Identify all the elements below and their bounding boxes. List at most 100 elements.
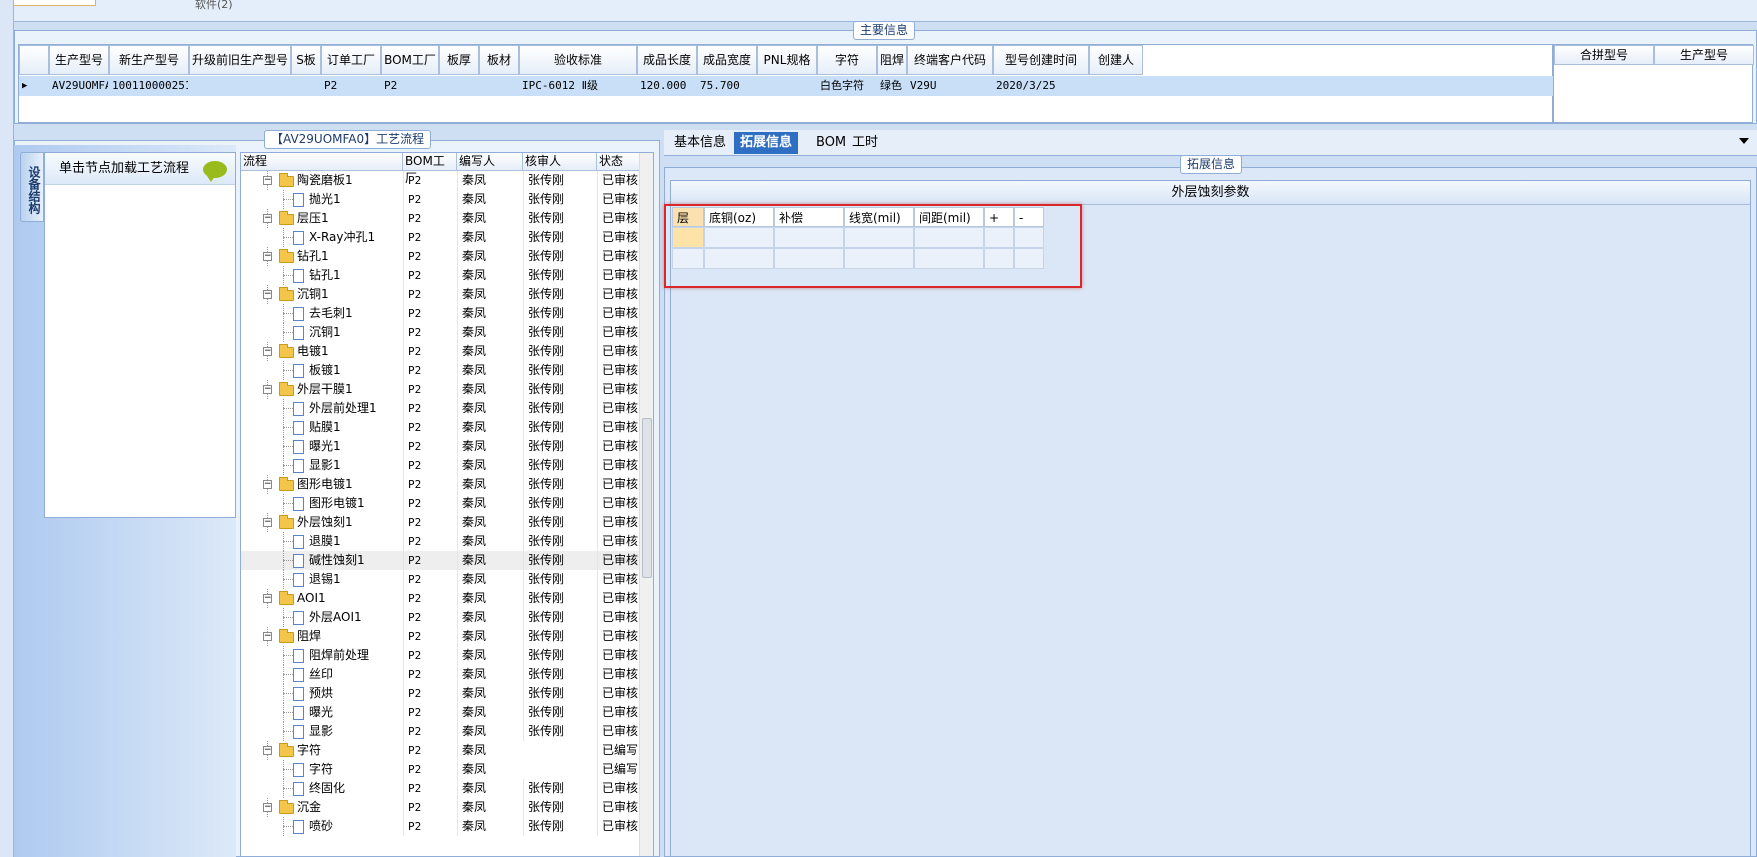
tree-step-node[interactable]: 贴膜1 P2 秦凤 张传刚 已审核 xyxy=(241,418,641,437)
tree-folder-node[interactable]: − 钻孔1 P2 秦凤 张传刚 已审核 xyxy=(241,247,641,266)
main-col-head[interactable]: 生产型号 xyxy=(49,45,109,75)
main-col-head[interactable]: 字符 xyxy=(817,45,877,75)
expander-icon[interactable]: − xyxy=(263,594,272,603)
main-col-head[interactable]: BOM工厂 xyxy=(381,45,439,75)
tree-step-node[interactable]: 阻焊前处理 P2 秦凤 张传刚 已审核 xyxy=(241,646,641,665)
main-cell[interactable]: AV29UOMFA0 xyxy=(52,76,108,96)
top-tab[interactable] xyxy=(0,0,96,6)
expander-icon[interactable]: − xyxy=(263,632,272,641)
tree-folder-node[interactable]: − AOI1 P2 秦凤 张传刚 已审核 xyxy=(241,589,641,608)
main-col-head[interactable]: 订单工厂 xyxy=(321,45,381,75)
tree-folder-node[interactable]: − 字符 P2 秦凤 已编写 xyxy=(241,741,641,760)
main-col-head[interactable]: 板材 xyxy=(479,45,519,75)
expander-icon[interactable]: − xyxy=(263,347,272,356)
tab-0[interactable]: 基本信息 xyxy=(668,132,732,154)
tree-cell-bom: P2 xyxy=(403,171,457,190)
tree-step-node[interactable]: 板镀1 P2 秦凤 张传刚 已审核 xyxy=(241,361,641,380)
tree-cell-status: 已审核 xyxy=(597,247,641,266)
main-cell[interactable]: 2020/3/25 xyxy=(996,76,1088,96)
main-cell[interactable]: V29U xyxy=(910,76,992,96)
main-col-head[interactable]: 创建人 xyxy=(1089,45,1143,75)
tree-step-node[interactable]: 预烘 P2 秦凤 张传刚 已审核 xyxy=(241,684,641,703)
load-process-header[interactable]: 单击节点加载工艺流程 xyxy=(45,153,235,185)
tree-step-node[interactable]: X-Ray冲孔1 P2 秦凤 张传刚 已审核 xyxy=(241,228,641,247)
tree-step-node[interactable]: 字符 P2 秦凤 已编写 xyxy=(241,760,641,779)
main-cell[interactable]: 绿色 xyxy=(880,76,906,96)
tree-scroll-thumb[interactable] xyxy=(642,418,652,578)
tree-cell-status: 已审核 xyxy=(597,684,641,703)
tree-step-node[interactable]: 曝光1 P2 秦凤 张传刚 已审核 xyxy=(241,437,641,456)
main-col-head[interactable]: 新生产型号 xyxy=(109,45,189,75)
folder-icon xyxy=(279,344,294,358)
tree-col-flow[interactable]: 流程 xyxy=(241,153,403,171)
expander-icon[interactable]: − xyxy=(263,290,272,299)
tree-cell-status: 已审核 xyxy=(597,722,641,741)
tree-step-node[interactable]: 退锡1 P2 秦凤 张传刚 已审核 xyxy=(241,570,641,589)
tree-scrollbar[interactable] xyxy=(639,153,653,856)
tree-step-node[interactable]: 外层前处理1 P2 秦凤 张传刚 已审核 xyxy=(241,399,641,418)
tree-folder-node[interactable]: − 陶瓷磨板1 P2 秦凤 张传刚 已审核 xyxy=(241,171,641,190)
tree-step-node[interactable]: 沉铜1 P2 秦凤 张传刚 已审核 xyxy=(241,323,641,342)
main-col-head[interactable]: 型号创建时间 xyxy=(993,45,1089,75)
tree-step-node[interactable]: 外层AOI1 P2 秦凤 张传刚 已审核 xyxy=(241,608,641,627)
expander-icon[interactable]: − xyxy=(263,480,272,489)
main-cell[interactable]: 120.000 xyxy=(640,76,696,96)
expander-icon[interactable]: − xyxy=(263,746,272,755)
tree-folder-node[interactable]: − 沉铜1 P2 秦凤 张传刚 已审核 xyxy=(241,285,641,304)
tree-step-node[interactable]: 喷砂 P2 秦凤 张传刚 已审核 xyxy=(241,817,641,836)
tree-folder-node[interactable]: − 电镀1 P2 秦凤 张传刚 已审核 xyxy=(241,342,641,361)
merge-col-head[interactable]: 生产型号 xyxy=(1654,45,1754,65)
tree-col-reviewer[interactable]: 核审人 xyxy=(523,153,597,171)
tree-step-node[interactable]: 显影 P2 秦凤 张传刚 已审核 xyxy=(241,722,641,741)
main-col-head[interactable]: 板厚 xyxy=(439,45,479,75)
tree-cell-bom: P2 xyxy=(403,817,457,836)
tree-folder-node[interactable]: − 沉金 P2 秦凤 张传刚 已审核 xyxy=(241,798,641,817)
main-cell[interactable]: 75.700 xyxy=(700,76,756,96)
expander-icon[interactable]: − xyxy=(263,214,272,223)
main-col-head[interactable]: 验收标准 xyxy=(519,45,637,75)
tree-col-bom[interactable]: BOM工厂 xyxy=(403,153,457,185)
main-col-head[interactable]: 成品长度 xyxy=(637,45,697,75)
chevron-down-icon[interactable] xyxy=(1739,138,1749,144)
tree-step-node[interactable]: 碱性蚀刻1 P2 秦凤 张传刚 已审核 xyxy=(241,551,641,570)
tab-equipment-structure[interactable]: 设备结构 xyxy=(20,152,44,222)
expander-icon[interactable]: − xyxy=(263,803,272,812)
tree-folder-node[interactable]: − 层压1 P2 秦凤 张传刚 已审核 xyxy=(241,209,641,228)
tree-col-writer[interactable]: 编写人 xyxy=(457,153,523,171)
tree-cell-bom: P2 xyxy=(403,456,457,475)
main-cell[interactable]: 白色字符 xyxy=(820,76,876,96)
main-col-head[interactable]: 升级前旧生产型号 xyxy=(189,45,291,75)
tree-folder-node[interactable]: − 阻焊 P2 秦凤 张传刚 已审核 xyxy=(241,627,641,646)
tree-folder-node[interactable]: − 外层蚀刻1 P2 秦凤 张传刚 已审核 xyxy=(241,513,641,532)
tree-step-node[interactable]: 钻孔1 P2 秦凤 张传刚 已审核 xyxy=(241,266,641,285)
tree-step-node[interactable]: 抛光1 P2 秦凤 张传刚 已审核 xyxy=(241,190,641,209)
main-cell[interactable]: 10011000025105 xyxy=(112,76,188,96)
tree-step-node[interactable]: 图形电镀1 P2 秦凤 张传刚 已审核 xyxy=(241,494,641,513)
tree-cell-reviewer: 张传刚 xyxy=(523,722,597,741)
tab-1[interactable]: 拓展信息 xyxy=(734,132,799,154)
tab-3[interactable]: 工时 xyxy=(846,132,884,154)
main-col-head[interactable]: PNL规格 xyxy=(757,45,817,75)
expander-icon[interactable]: − xyxy=(263,252,272,261)
main-col-head[interactable]: 阻焊 xyxy=(877,45,907,75)
main-cell[interactable]: IPC-6012 Ⅱ级 xyxy=(522,76,636,96)
main-col-head[interactable]: S板 xyxy=(291,45,321,75)
main-cell[interactable]: P2 xyxy=(384,76,438,96)
expander-icon[interactable]: − xyxy=(263,385,272,394)
tree-step-node[interactable]: 去毛刺1 P2 秦凤 张传刚 已审核 xyxy=(241,304,641,323)
tree-col-status[interactable]: 状态 xyxy=(597,153,641,171)
merge-col-head[interactable]: 合拼型号 xyxy=(1554,45,1654,65)
main-col-head[interactable]: 终端客户代码 xyxy=(907,45,993,75)
tree-folder-node[interactable]: − 外层干膜1 P2 秦凤 张传刚 已审核 xyxy=(241,380,641,399)
tree-step-node[interactable]: 丝印 P2 秦凤 张传刚 已审核 xyxy=(241,665,641,684)
tree-step-node[interactable]: 退膜1 P2 秦凤 张传刚 已审核 xyxy=(241,532,641,551)
tree-step-node[interactable]: 显影1 P2 秦凤 张传刚 已审核 xyxy=(241,456,641,475)
expander-icon[interactable]: − xyxy=(263,176,272,185)
main-col-head[interactable]: 成品宽度 xyxy=(697,45,757,75)
expander-icon[interactable]: − xyxy=(263,518,272,527)
main-cell[interactable]: P2 xyxy=(324,76,380,96)
tree-folder-node[interactable]: − 图形电镀1 P2 秦凤 张传刚 已审核 xyxy=(241,475,641,494)
main-grid-row[interactable]: ▶ AV29UOMFA010011000025105 P2P2 IPC-6012 Ⅱ级… xyxy=(19,76,1554,96)
tree-step-node[interactable]: 曝光 P2 秦凤 张传刚 已审核 xyxy=(241,703,641,722)
tree-step-node[interactable]: 终固化 P2 秦凤 张传刚 已审核 xyxy=(241,779,641,798)
